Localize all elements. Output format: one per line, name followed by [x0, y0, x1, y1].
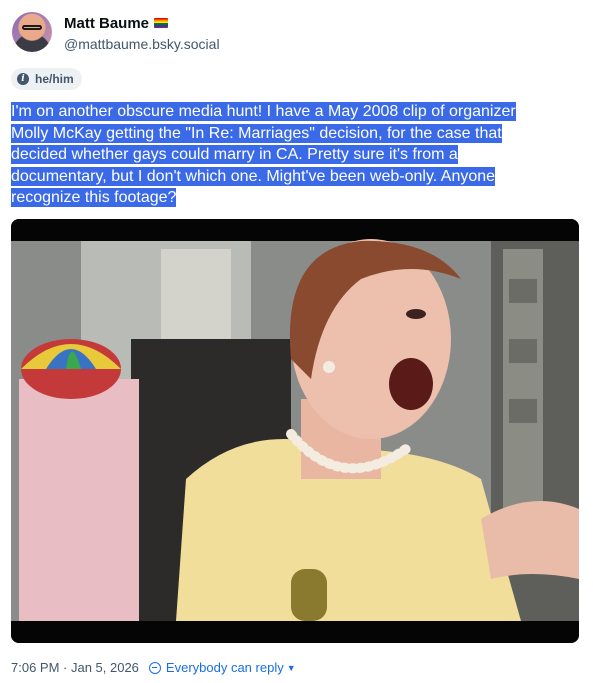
post-text-line: decided whether gays could marry in CA. … [11, 145, 458, 164]
post-text-line: I'm on another obscure media hunt! I hav… [11, 102, 516, 121]
pronouns-label: he/him [35, 72, 74, 86]
post-header: Matt Baume @mattbaume.bsky.social [12, 12, 220, 52]
post-footer: 7:06 PM · Jan 5, 2026 Everybody can repl… [11, 660, 296, 675]
post-text-line: Molly McKay getting the "In Re: Marriage… [11, 123, 502, 143]
post-text-line: recognize this footage? [11, 188, 177, 207]
chevron-down-icon: ▼ [286, 662, 296, 673]
post-text-line: documentary, but I don't which one. Migh… [11, 166, 496, 186]
video-frame-illustration [11, 219, 579, 643]
avatar-glasses [22, 25, 42, 30]
author-handle[interactable]: @mattbaume.bsky.social [64, 36, 220, 52]
post: Matt Baume @mattbaume.bsky.social i he/h… [0, 0, 593, 683]
rainbow-flag-icon [154, 18, 169, 28]
reply-setting-label: Everybody can reply [165, 660, 284, 675]
pronouns-badge: i he/him [11, 68, 82, 90]
globe-icon [148, 661, 161, 674]
video-thumbnail[interactable] [11, 219, 579, 643]
display-name[interactable]: Matt Baume [64, 15, 149, 32]
info-icon: i [17, 73, 29, 85]
author-names: Matt Baume @mattbaume.bsky.social [64, 12, 220, 53]
post-timestamp[interactable]: 7:06 PM · Jan 5, 2026 [11, 660, 139, 675]
avatar[interactable] [12, 12, 52, 52]
display-name-row: Matt Baume [64, 12, 220, 34]
reply-setting-button[interactable]: Everybody can reply ▼ [148, 660, 296, 675]
post-text: I'm on another obscure media hunt! I hav… [11, 101, 581, 209]
